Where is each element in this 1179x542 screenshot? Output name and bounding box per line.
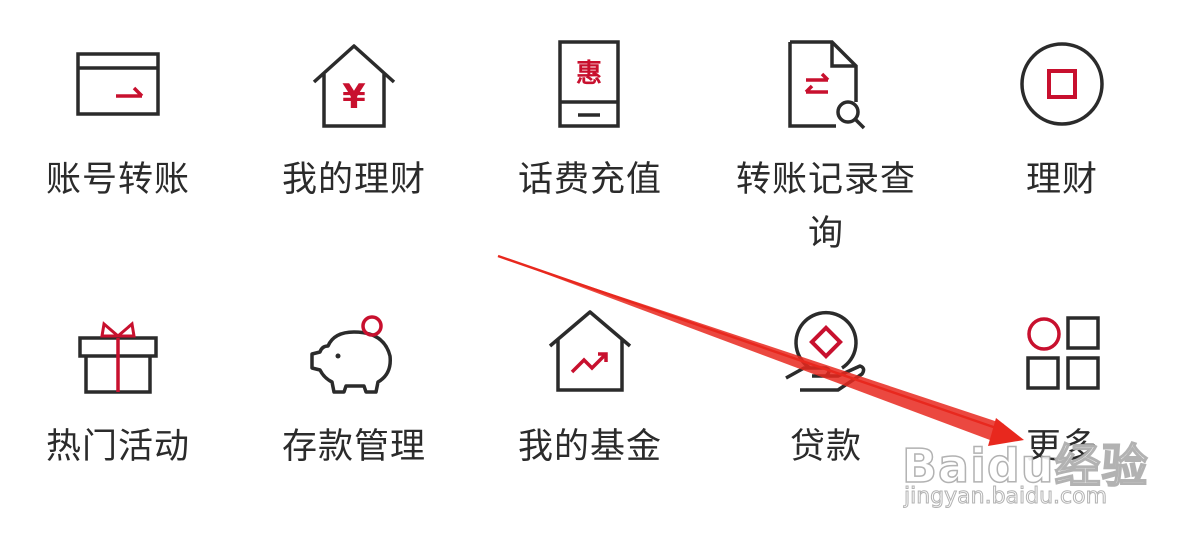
menu-item-label: 转账记录查询 bbox=[736, 160, 917, 254]
menu-item-hot-events[interactable]: 热门活动 bbox=[0, 280, 236, 540]
menu-item-my-wealth[interactable]: ¥ 我的理财 bbox=[236, 0, 472, 260]
menu-item-label: 存款管理 bbox=[281, 427, 426, 467]
menu-item-label: 理财 bbox=[1025, 160, 1098, 200]
more-grid-icon bbox=[1012, 306, 1112, 402]
menu-item-label: 话费充值 bbox=[517, 160, 662, 200]
menu-item-label: 账号转账 bbox=[45, 160, 190, 200]
menu-item-label: 我的理财 bbox=[281, 160, 426, 200]
house-yen-icon: ¥ bbox=[304, 38, 404, 134]
circle-square-icon bbox=[1012, 38, 1112, 134]
house-trend-icon bbox=[540, 306, 640, 402]
menu-item-more[interactable]: 更多 bbox=[944, 280, 1179, 540]
menu-item-label: 更多 bbox=[1025, 427, 1098, 467]
menu-item-deposit-management[interactable]: 存款管理 bbox=[236, 280, 472, 540]
hand-coin-icon bbox=[776, 306, 876, 402]
menu-item-label: 贷款 bbox=[789, 427, 862, 467]
menu-item-label: 我的基金 bbox=[517, 427, 662, 467]
card-transfer-icon bbox=[68, 38, 168, 134]
menu-grid: 账号转账 ¥ 我的理财 惠 话费充值 转账记录查询 理财 热门活动 存款管理 我… bbox=[0, 0, 1179, 538]
piggy-bank-icon bbox=[304, 306, 404, 402]
menu-item-transfer-records[interactable]: 转账记录查询 bbox=[708, 0, 944, 260]
svg-text:¥: ¥ bbox=[342, 77, 366, 117]
menu-item-wealth[interactable]: 理财 bbox=[944, 0, 1179, 260]
document-search-icon bbox=[776, 38, 876, 134]
phone-hui-icon: 惠 bbox=[540, 38, 640, 134]
menu-item-label: 热门活动 bbox=[45, 427, 190, 467]
menu-item-my-funds[interactable]: 我的基金 bbox=[472, 280, 708, 540]
svg-text:惠: 惠 bbox=[576, 59, 602, 89]
menu-item-loans[interactable]: 贷款 bbox=[708, 280, 944, 540]
gift-box-icon bbox=[68, 306, 168, 402]
menu-item-account-transfer[interactable]: 账号转账 bbox=[0, 0, 236, 260]
menu-item-phone-topup[interactable]: 惠 话费充值 bbox=[472, 0, 708, 260]
